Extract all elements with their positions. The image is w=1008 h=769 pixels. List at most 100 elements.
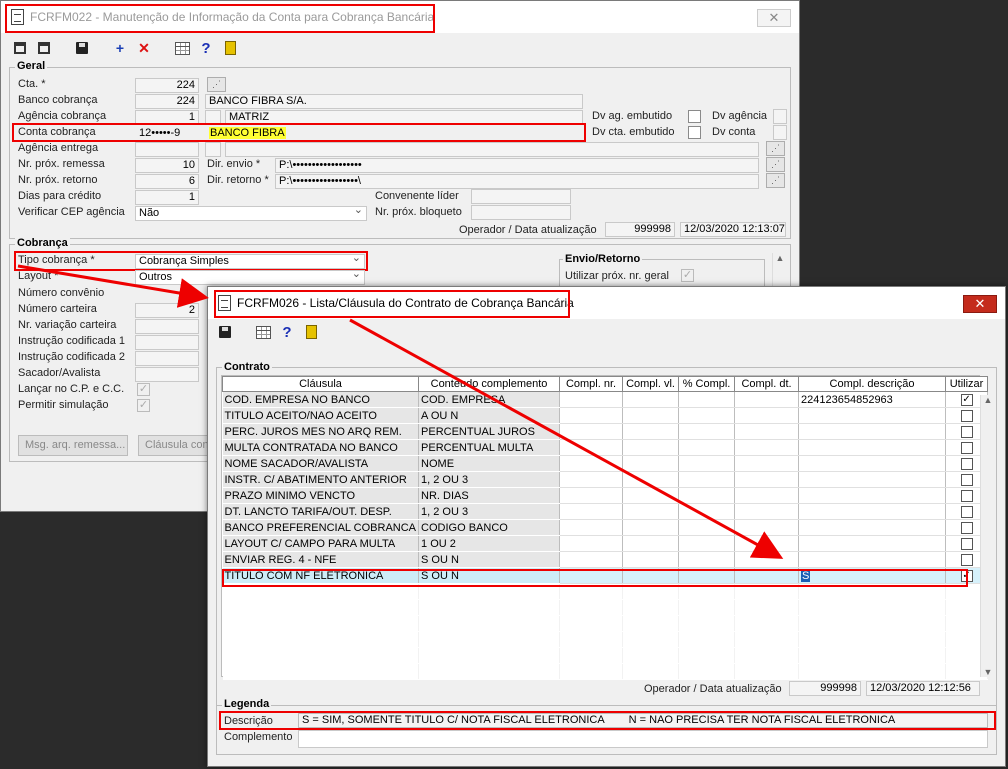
col-compl-descricao[interactable]: Compl. descrição — [798, 376, 947, 392]
agencia-entrega-dv-field[interactable] — [205, 142, 221, 157]
cell-compl-descricao[interactable] — [798, 439, 947, 456]
variacao-field[interactable] — [135, 319, 199, 334]
cell-clausula[interactable]: LAYOUT C/ CAMPO PARA MULTA — [222, 535, 420, 552]
cell-conteudo[interactable]: S OU N — [418, 567, 561, 584]
close-button[interactable]: ✕ — [757, 9, 791, 27]
utilizar-checkbox[interactable] — [960, 457, 973, 470]
dv-ag-embutido-checkbox[interactable] — [688, 110, 701, 123]
utilizar-checkbox[interactable] — [960, 521, 973, 534]
grid-button-2[interactable] — [252, 322, 274, 342]
cell-conteudo[interactable]: PERCENTUAL MULTA — [418, 439, 561, 456]
save-button-2[interactable] — [214, 322, 236, 342]
cell-conteudo[interactable]: S OU N — [418, 551, 561, 568]
cell-compl-descricao[interactable] — [798, 407, 947, 424]
tipo-cobranca-select[interactable]: Cobrança Simples — [135, 254, 365, 269]
cell-compl-nr[interactable] — [559, 423, 624, 440]
cta-lookup-button[interactable]: ⋰ — [207, 77, 226, 92]
utilizar-checkbox[interactable]: ✓ — [960, 569, 973, 582]
cell-compl-descricao[interactable] — [798, 535, 947, 552]
cell-pct-compl[interactable] — [678, 535, 736, 552]
cell-clausula[interactable]: ENVIAR REG. 4 - NFE — [222, 551, 420, 568]
cell-compl-nr[interactable] — [559, 439, 624, 456]
cell-conteudo[interactable]: COD. EMPRESA — [418, 391, 561, 408]
cell-compl-vl[interactable] — [622, 567, 680, 584]
agencia-entrega-field[interactable] — [135, 142, 199, 157]
utilizar-checkbox[interactable] — [960, 441, 973, 454]
dir-envio-field[interactable]: P:\•••••••••••••••••• — [275, 158, 759, 173]
cell-pct-compl[interactable] — [678, 551, 736, 568]
cell-pct-compl[interactable] — [678, 423, 736, 440]
cell-compl-dt[interactable] — [734, 519, 800, 536]
table-row[interactable]: PRAZO MINIMO VENCTO NR. DIAS — [222, 487, 989, 504]
grid-button[interactable] — [171, 38, 193, 58]
cobranca-scrollbar[interactable]: ▲ — [772, 253, 786, 287]
cell-compl-nr[interactable] — [559, 455, 624, 472]
cell-compl-vl[interactable] — [622, 423, 680, 440]
col-compl-dt[interactable]: Compl. dt. — [734, 376, 800, 392]
cell-compl-vl[interactable] — [622, 391, 680, 408]
agencia-num-field[interactable]: 1 — [135, 110, 199, 125]
table-row[interactable]: LAYOUT C/ CAMPO PARA MULTA 1 OU 2 — [222, 535, 989, 552]
cell-compl-descricao[interactable]: S — [798, 567, 947, 584]
agencia-dv-field[interactable] — [205, 110, 221, 125]
cell-compl-dt[interactable] — [734, 471, 800, 488]
utilizar-checkbox[interactable] — [960, 409, 973, 422]
table-row[interactable]: TITULO ACEITO/NAO ACEITO A OU N — [222, 407, 989, 424]
cell-clausula[interactable]: COD. EMPRESA NO BANCO — [222, 391, 420, 408]
cell-compl-descricao[interactable] — [798, 471, 947, 488]
cell-compl-dt[interactable] — [734, 455, 800, 472]
cell-compl-nr[interactable] — [559, 535, 624, 552]
cell-compl-dt[interactable] — [734, 487, 800, 504]
close-button-2[interactable]: ✕ — [963, 295, 997, 313]
cell-pct-compl[interactable] — [678, 567, 736, 584]
exit-button-2[interactable] — [300, 322, 322, 342]
cell-pct-compl[interactable] — [678, 391, 736, 408]
descricao-edit-value[interactable]: S — [801, 569, 811, 582]
cell-compl-descricao[interactable]: 224123654852963 — [798, 391, 947, 408]
nav-last-button[interactable] — [33, 38, 55, 58]
cell-compl-vl[interactable] — [622, 535, 680, 552]
dv-cta-embutido-checkbox[interactable] — [688, 126, 701, 139]
utilizar-checkbox[interactable] — [960, 553, 973, 566]
dir-retorno-field[interactable]: P:\•••••••••••••••••\ — [275, 174, 759, 189]
instrucao2-field[interactable] — [135, 351, 199, 366]
col-compl-nr[interactable]: Compl. nr. — [559, 376, 624, 392]
cell-compl-nr[interactable] — [559, 407, 624, 424]
nav-first-button[interactable] — [9, 38, 31, 58]
simulacao-checkbox[interactable]: ✓ — [137, 399, 150, 412]
cell-compl-dt[interactable] — [734, 551, 800, 568]
grid-scrollbar[interactable]: ▲ ▼ — [980, 395, 994, 677]
cell-compl-nr[interactable] — [559, 503, 624, 520]
cell-compl-dt[interactable] — [734, 439, 800, 456]
table-row[interactable]: TITULO COM NF ELETRONICA S OU N S ✓ — [222, 567, 989, 584]
cell-pct-compl[interactable] — [678, 487, 736, 504]
layout-select[interactable]: Outros — [135, 270, 365, 285]
col-pct-compl[interactable]: % Compl. — [678, 376, 736, 392]
cell-compl-descricao[interactable] — [798, 551, 947, 568]
remessa-field[interactable]: 10 — [135, 158, 199, 173]
cell-clausula[interactable]: PERC. JUROS MES NO ARQ REM. — [222, 423, 420, 440]
verificar-cep-select[interactable]: Não — [135, 206, 367, 221]
help-button[interactable]: ? — [195, 38, 217, 58]
cell-compl-dt[interactable] — [734, 535, 800, 552]
cell-pct-compl[interactable] — [678, 519, 736, 536]
msg-arq-remessa-button[interactable]: Msg. arq. remessa... — [18, 435, 128, 456]
cell-compl-descricao[interactable] — [798, 455, 947, 472]
cell-compl-nr[interactable] — [559, 391, 624, 408]
help-button-2[interactable]: ? — [276, 322, 298, 342]
utilizar-geral-checkbox[interactable]: ✓ — [681, 269, 694, 282]
banco-num-field[interactable]: 224 — [135, 94, 199, 109]
cell-compl-nr[interactable] — [559, 519, 624, 536]
cell-clausula[interactable]: NOME SACADOR/AVALISTA — [222, 455, 420, 472]
cta-field[interactable]: 224 — [135, 78, 199, 93]
cell-pct-compl[interactable] — [678, 455, 736, 472]
table-row[interactable]: MULTA CONTRATADA NO BANCO PERCENTUAL MULT… — [222, 439, 989, 456]
cell-pct-compl[interactable] — [678, 407, 736, 424]
table-row[interactable]: PERC. JUROS MES NO ARQ REM. PERCENTUAL JU… — [222, 423, 989, 440]
carteira-field[interactable]: 2 — [135, 303, 199, 318]
cell-clausula[interactable]: DT. LANCTO TARIFA/OUT. DESP. — [222, 503, 420, 520]
table-row[interactable]: INSTR. C/ ABATIMENTO ANTERIOR 1, 2 OU 3 — [222, 471, 989, 488]
cell-pct-compl[interactable] — [678, 439, 736, 456]
dv-conta-field[interactable] — [773, 125, 787, 140]
add-button[interactable]: + — [109, 38, 131, 58]
